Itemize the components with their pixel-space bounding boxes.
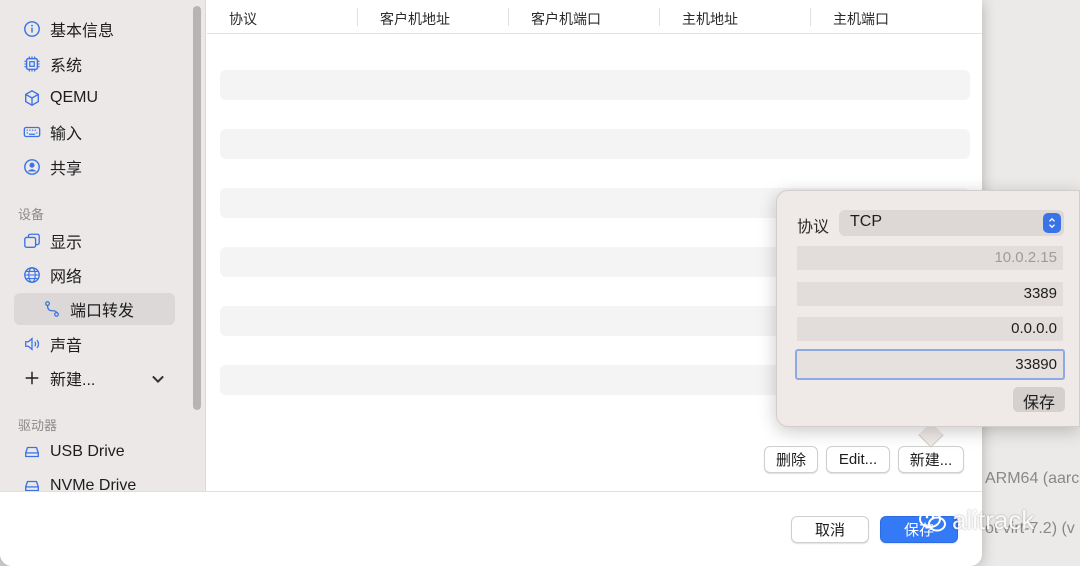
column-header[interactable]: 主机端口 <box>811 0 962 33</box>
section-header-devices: 设备 <box>18 207 45 222</box>
table-row[interactable] <box>220 70 970 100</box>
delete-button[interactable]: 删除 <box>764 446 818 473</box>
sidebar-item-label: USB Drive <box>50 443 125 460</box>
sidebar-item-label: 声音 <box>50 338 83 355</box>
sidebar-item-sound[interactable]: 声音 <box>14 328 175 360</box>
column-header[interactable]: 客户机端口 <box>509 0 660 33</box>
sidebar-item-label: QEMU <box>50 89 98 106</box>
protocol-value: TCP <box>850 213 882 230</box>
sidebar-item-port-forward[interactable]: 端口转发 <box>14 293 175 325</box>
port-forward-popover: 协议 TCP 10.0.2.15 3389 0.0.0.0 33890 保存 <box>776 190 1080 427</box>
speaker-icon <box>22 334 42 354</box>
sidebar-item-label: 端口转发 <box>70 303 135 320</box>
sidebar-item-label: 共享 <box>50 161 83 178</box>
sidebar-item-usb-drive[interactable]: USB Drive <box>14 436 175 468</box>
keyboard-icon <box>22 122 42 142</box>
watermark: alitrack <box>918 505 1034 536</box>
updown-chevron-icon <box>1043 213 1061 233</box>
display-icon <box>22 231 42 251</box>
sidebar-item-label: 基本信息 <box>50 23 115 40</box>
sidebar-item-label: 网络 <box>50 269 83 286</box>
drive-icon <box>22 476 42 491</box>
sidebar: 基本信息 系统 QEMU 输入 共享 设备 显示 网络 端口转发 声音 新建..… <box>0 0 206 491</box>
person-icon <box>22 157 42 177</box>
host-address-field[interactable]: 0.0.0.0 <box>797 317 1063 341</box>
background-text: ARM64 (aarch <box>985 470 1080 487</box>
cube-icon <box>22 88 42 108</box>
column-header[interactable]: 主机地址 <box>660 0 811 33</box>
guest-port-field[interactable]: 3389 <box>797 282 1063 306</box>
guest-address-field[interactable]: 10.0.2.15 <box>797 246 1063 270</box>
sidebar-item-input[interactable]: 输入 <box>14 116 175 148</box>
new-button[interactable]: 新建... <box>898 446 964 473</box>
sidebar-item-label: 输入 <box>50 126 83 143</box>
section-header-drives: 驱动器 <box>18 418 58 433</box>
sidebar-item-label: NVMe Drive <box>50 477 137 491</box>
globe-icon <box>22 265 42 285</box>
sidebar-item-new[interactable]: 新建... <box>14 362 175 394</box>
cpu-icon <box>22 54 42 74</box>
sidebar-item-label: 显示 <box>50 235 83 252</box>
wechat-icon <box>919 509 946 531</box>
sidebar-item-label: 系统 <box>50 58 83 75</box>
edit-button[interactable]: Edit... <box>826 446 890 473</box>
protocol-select[interactable]: TCP <box>839 210 1064 236</box>
chevron-down-icon[interactable] <box>149 370 167 388</box>
drive-icon <box>22 442 42 462</box>
column-header[interactable]: 协议 <box>207 0 358 33</box>
host-port-field[interactable]: 33890 <box>795 349 1065 380</box>
sidebar-item-sharing[interactable]: 共享 <box>14 151 175 183</box>
table-header: 协议 客户机地址 客户机端口 主机地址 主机端口 <box>207 0 982 34</box>
sidebar-item-system[interactable]: 系统 <box>14 48 175 80</box>
sidebar-item-display[interactable]: 显示 <box>14 225 175 257</box>
plus-icon <box>22 368 42 388</box>
sidebar-item-basic-info[interactable]: 基本信息 <box>14 13 175 45</box>
sidebar-item-nvme-drive[interactable]: NVMe Drive <box>14 470 175 491</box>
sidebar-item-network[interactable]: 网络 <box>14 259 175 291</box>
sidebar-scrollbar[interactable] <box>193 6 201 410</box>
popover-save-button[interactable]: 保存 <box>1013 387 1065 412</box>
sidebar-item-qemu[interactable]: QEMU <box>14 82 175 114</box>
sidebar-item-label: 新建... <box>50 372 96 389</box>
cancel-button[interactable]: 取消 <box>791 516 869 543</box>
info-icon <box>22 19 42 39</box>
column-header[interactable]: 客户机地址 <box>358 0 509 33</box>
table-row[interactable] <box>220 129 970 159</box>
route-icon <box>42 299 62 319</box>
watermark-text: alitrack <box>952 505 1035 535</box>
protocol-label: 协议 <box>797 219 830 236</box>
